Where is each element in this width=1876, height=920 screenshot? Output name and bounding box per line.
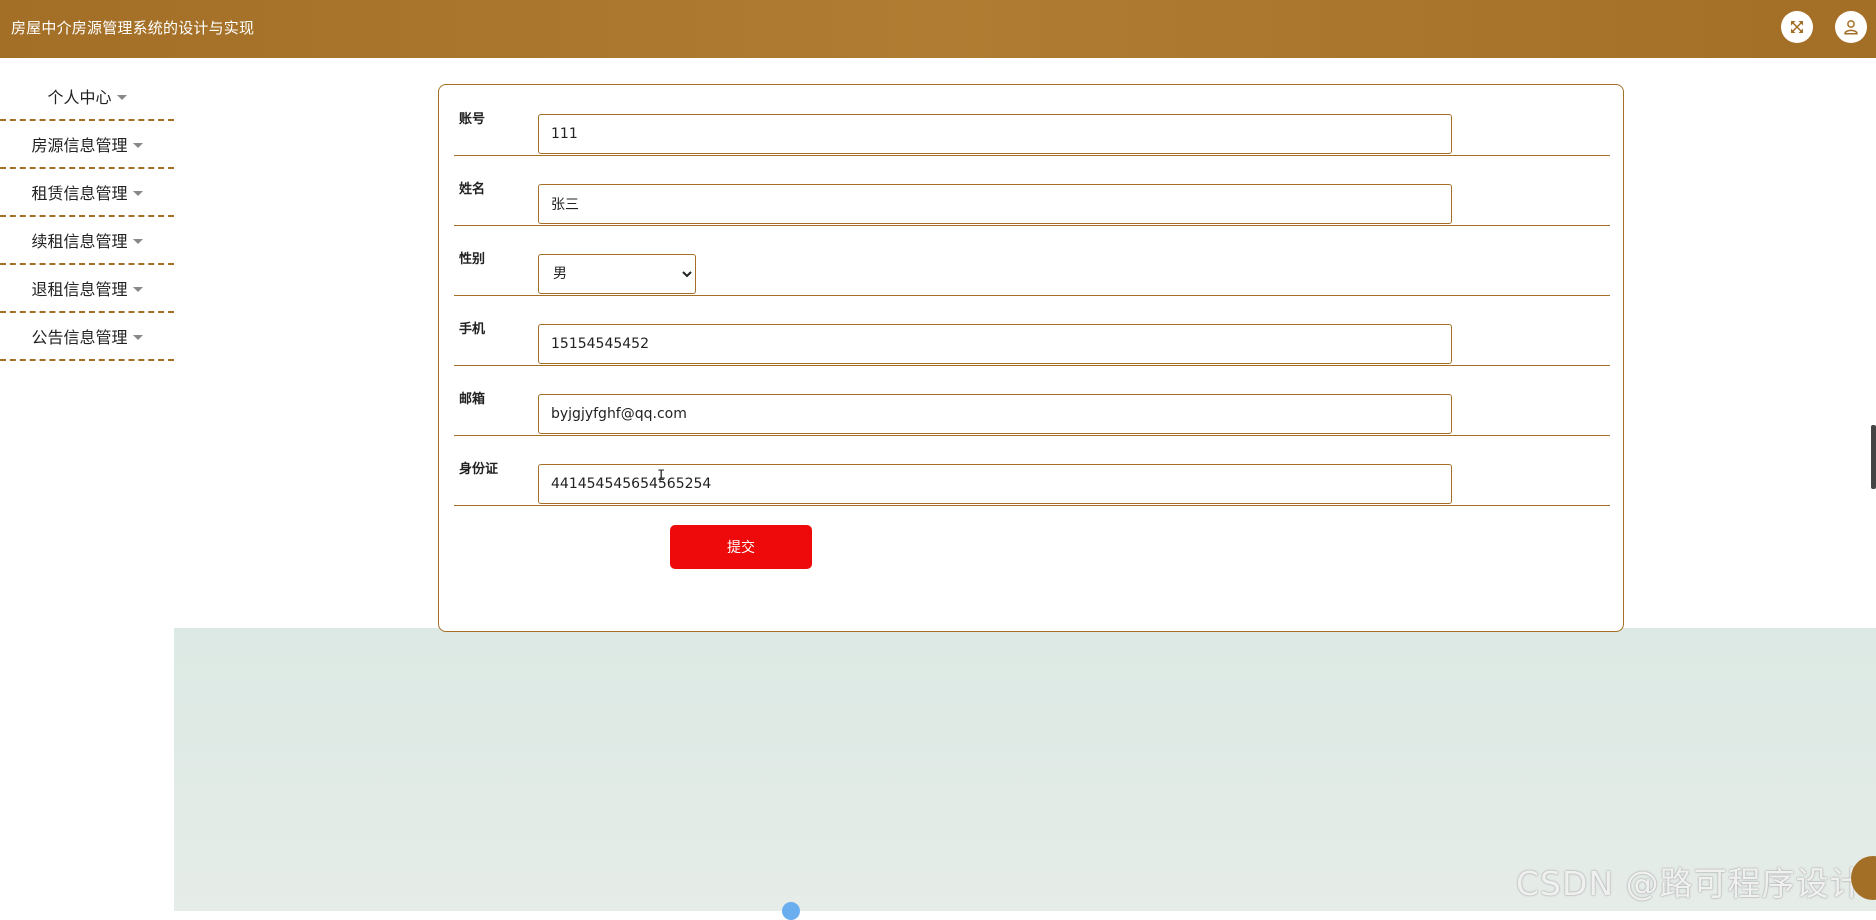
sidebar-item-label: 公告信息管理 — [31, 328, 128, 347]
user-profile-button[interactable] — [1835, 11, 1867, 43]
gender-label: 性别 — [459, 252, 486, 267]
map-marker[interactable] — [782, 902, 800, 920]
user-icon — [1844, 20, 1858, 35]
watermark-text: CSDN @路可程序设计 — [1516, 864, 1864, 903]
caret-down-icon — [132, 238, 143, 244]
top-header-bar: 房屋中介房源管理系统的设计与实现 — [0, 0, 1876, 58]
sidebar-item-house-info[interactable]: 房源信息管理 — [0, 121, 174, 169]
id-card-label: 身份证 — [459, 462, 499, 477]
account-input[interactable] — [538, 114, 1452, 154]
name-label: 姓名 — [459, 182, 486, 197]
email-label: 邮箱 — [459, 392, 486, 407]
phone-input[interactable] — [538, 324, 1452, 364]
gender-select[interactable]: 男 — [538, 254, 696, 294]
caret-down-icon — [132, 286, 143, 292]
submit-button[interactable]: 提交 — [670, 525, 812, 569]
caret-down-icon — [132, 334, 143, 340]
profile-form-card: 账号 姓名 性别 男 手机 邮箱 身份证 提交 — [438, 84, 1624, 632]
text-cursor-icon: I — [657, 468, 666, 484]
form-row-email: 邮箱 — [454, 365, 1610, 436]
sidebar-menu: 个人中心 房源信息管理 租赁信息管理 续租信息管理 退租信息管理 公告信息管理 — [0, 73, 174, 361]
name-input[interactable] — [538, 184, 1452, 224]
caret-down-icon — [116, 94, 127, 100]
form-row-id-card: 身份证 — [454, 435, 1610, 506]
form-row-account: 账号 — [454, 85, 1610, 156]
sidebar-item-label: 租赁信息管理 — [31, 184, 128, 203]
app-title: 房屋中介房源管理系统的设计与实现 — [11, 19, 255, 37]
phone-label: 手机 — [459, 322, 486, 337]
form-row-name: 姓名 — [454, 155, 1610, 226]
fullscreen-button[interactable] — [1781, 11, 1813, 43]
caret-down-icon — [132, 142, 143, 148]
id-card-input[interactable] — [538, 464, 1452, 504]
sidebar-item-rental-info[interactable]: 租赁信息管理 — [0, 169, 174, 217]
sidebar-item-label: 续租信息管理 — [31, 232, 128, 251]
form-row-phone: 手机 — [454, 295, 1610, 366]
sidebar-item-renewal-info[interactable]: 续租信息管理 — [0, 217, 174, 265]
sidebar-item-checkout-info[interactable]: 退租信息管理 — [0, 265, 174, 313]
account-label: 账号 — [459, 112, 486, 127]
scrollbar-handle[interactable] — [1871, 425, 1876, 489]
sidebar-item-label: 房源信息管理 — [31, 136, 128, 155]
sidebar-item-label: 个人中心 — [47, 88, 112, 107]
caret-down-icon — [132, 190, 143, 196]
sidebar-item-notice-info[interactable]: 公告信息管理 — [0, 313, 174, 361]
expand-icon — [1791, 21, 1803, 33]
email-input[interactable] — [538, 394, 1452, 434]
sidebar-item-label: 退租信息管理 — [31, 280, 128, 299]
sidebar-item-personal-center[interactable]: 个人中心 — [0, 73, 174, 121]
form-row-gender: 性别 男 — [454, 225, 1610, 296]
